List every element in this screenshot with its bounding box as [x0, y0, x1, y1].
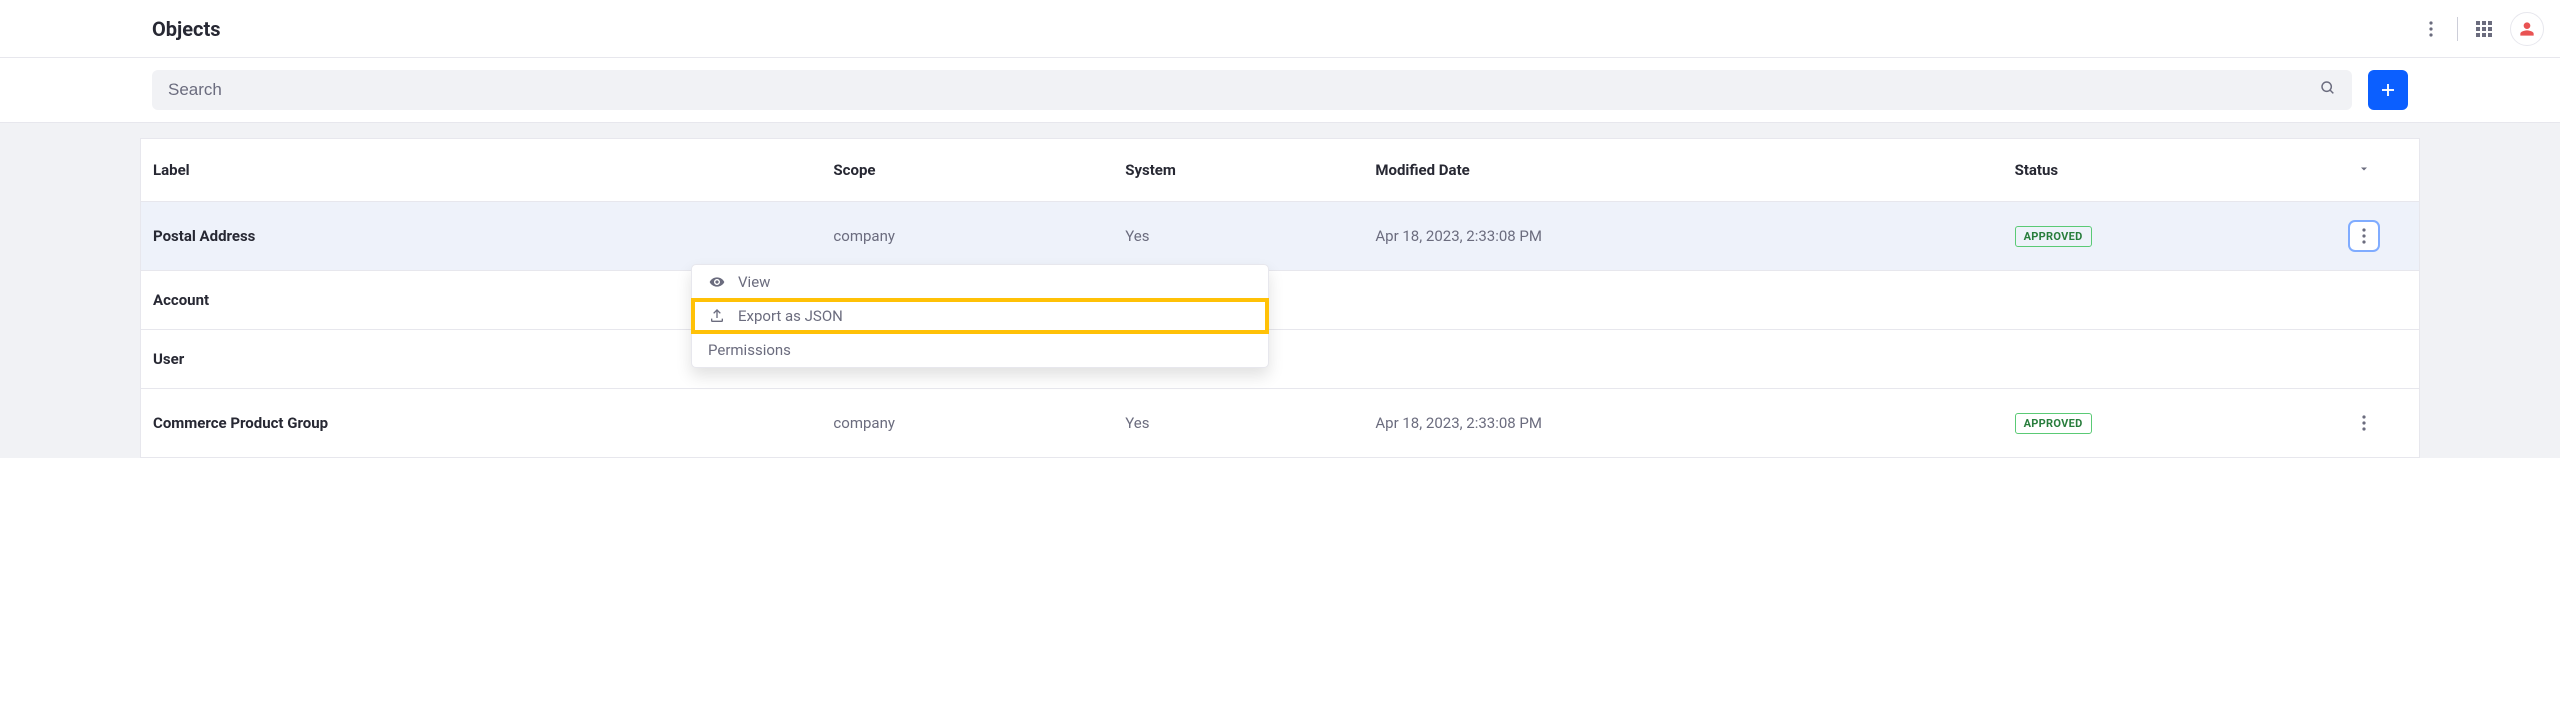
cell-label: Commerce Product Group [141, 389, 822, 458]
cell-system: Yes [1113, 202, 1363, 271]
search-icon[interactable] [2320, 80, 2336, 100]
row-actions-menu: View Export as JSON Permissions [691, 264, 1269, 368]
table-row[interactable]: Postal Address company Yes Apr 18, 2023,… [141, 202, 2420, 271]
apps-grid-icon[interactable] [2474, 19, 2494, 39]
caret-down-icon[interactable] [2358, 161, 2370, 179]
top-bar: Objects [0, 0, 2560, 58]
header-scope[interactable]: Scope [821, 139, 1113, 202]
add-button[interactable] [2368, 70, 2408, 110]
search-row [0, 58, 2560, 123]
cell-label: Postal Address [141, 202, 822, 271]
menu-item-export-json[interactable]: Export as JSON [692, 299, 1268, 333]
menu-item-label: Permissions [708, 341, 791, 359]
menu-item-permissions[interactable]: Permissions [692, 333, 1268, 367]
status-badge: APPROVED [2015, 226, 2092, 247]
table-wrap: Label Scope System Modified Date Status … [0, 138, 2560, 458]
avatar[interactable] [2510, 12, 2544, 46]
upload-icon [708, 308, 726, 324]
header-system[interactable]: System [1113, 139, 1363, 202]
divider [2457, 17, 2458, 41]
topbar-right [2421, 12, 2544, 46]
menu-item-view[interactable]: View [692, 265, 1268, 299]
cell-status [2003, 330, 2309, 389]
header-label[interactable]: Label [141, 139, 822, 202]
row-actions-icon[interactable] [2350, 409, 2378, 437]
cell-modified: Apr 18, 2023, 2:33:08 PM [1363, 202, 2002, 271]
table-row[interactable]: User company Yes [141, 330, 2420, 389]
cell-status: APPROVED [2003, 389, 2309, 458]
cell-modified [1363, 271, 2002, 330]
cell-system: Yes [1113, 389, 1363, 458]
status-badge: APPROVED [2015, 413, 2092, 434]
page-title: Objects [152, 17, 221, 41]
menu-item-label: View [738, 273, 770, 291]
cell-status [2003, 271, 2309, 330]
eye-icon [708, 274, 726, 290]
menu-item-label: Export as JSON [738, 307, 843, 325]
table-row[interactable]: Commerce Product Group company Yes Apr 1… [141, 389, 2420, 458]
objects-table: Label Scope System Modified Date Status … [140, 138, 2420, 458]
row-actions-icon[interactable] [2350, 222, 2378, 250]
cell-status: APPROVED [2003, 202, 2309, 271]
cell-modified: Apr 18, 2023, 2:33:08 PM [1363, 389, 2002, 458]
search-input[interactable] [168, 80, 2320, 100]
global-actions-icon[interactable] [2421, 19, 2441, 39]
cell-modified [1363, 330, 2002, 389]
gray-band [0, 123, 2560, 138]
header-status[interactable]: Status [2003, 139, 2309, 202]
search-container [152, 70, 2352, 110]
table-header-row: Label Scope System Modified Date Status [141, 139, 2420, 202]
header-actions [2308, 139, 2419, 202]
table-row[interactable]: Account company Yes [141, 271, 2420, 330]
header-modified[interactable]: Modified Date [1363, 139, 2002, 202]
cell-scope: company [821, 202, 1113, 271]
cell-scope: company [821, 389, 1113, 458]
